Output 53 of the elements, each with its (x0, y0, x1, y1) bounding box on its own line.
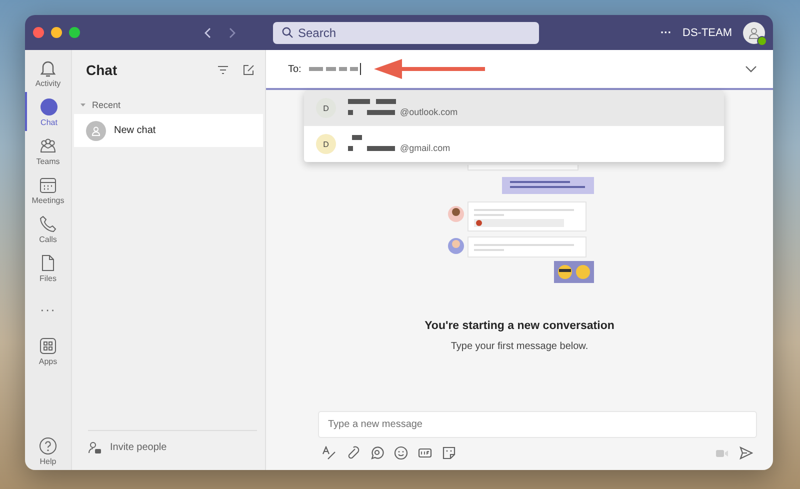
invite-people-button[interactable]: Invite people (88, 430, 257, 464)
format-icon[interactable] (322, 446, 336, 460)
sticker-icon[interactable] (442, 446, 456, 460)
empty-state-title: You're starting a new conversation (424, 320, 614, 332)
redacted-recipient-field[interactable] (309, 63, 362, 75)
phone-icon (38, 214, 58, 234)
rail-tab[interactable]: Files (25, 248, 72, 287)
close-window-button[interactable] (33, 27, 44, 38)
profile-avatar[interactable] (743, 22, 765, 44)
gif-icon[interactable] (418, 446, 432, 460)
search-icon (282, 27, 293, 38)
minimize-window-button[interactable] (51, 27, 62, 38)
filter-icon[interactable] (217, 65, 229, 75)
people-icon (38, 136, 58, 156)
emoji-icon[interactable] (394, 446, 408, 460)
rail-tab[interactable]: Calls (25, 209, 72, 248)
email-domain: @gmail.com (400, 143, 450, 153)
presence-dot (757, 36, 767, 46)
redacted-email-user (348, 110, 395, 114)
search-field[interactable]: Search (273, 22, 539, 44)
forward-icon[interactable] (227, 26, 237, 38)
zoom-window-button[interactable] (69, 27, 80, 38)
suggestion-item[interactable]: D @outlook.com (304, 90, 724, 126)
chat-title: Chat (86, 62, 118, 78)
person-icon (748, 26, 760, 38)
chat-list-item[interactable]: New chat (74, 114, 263, 147)
attach-icon[interactable] (346, 446, 360, 460)
redacted-name (348, 99, 396, 104)
rail-tab[interactable]: Activity (25, 53, 72, 92)
rail-tab[interactable]: Apps (25, 331, 72, 370)
chevron-down-icon[interactable] (745, 65, 757, 73)
more-apps-button[interactable]: ··· (25, 287, 72, 331)
rail-tab[interactable]: Meetings (25, 170, 72, 209)
help-icon (38, 436, 58, 456)
message-input-field[interactable]: Type a new message (318, 411, 757, 438)
email-domain: @outlook.com (400, 107, 458, 117)
organization-name: DS-TEAM (682, 26, 732, 38)
compose-icon[interactable] (243, 64, 255, 76)
suggestion-item[interactable]: D @gmail.com (304, 126, 724, 162)
rail-tab[interactable]: Help (25, 431, 72, 470)
redacted-email-user (348, 146, 395, 150)
loop-icon[interactable] (370, 446, 384, 460)
back-icon[interactable] (203, 26, 213, 38)
apps-icon (38, 336, 58, 356)
rail-tab[interactable]: Teams (25, 131, 72, 170)
send-icon[interactable] (739, 446, 753, 460)
to-label: To: (288, 64, 302, 74)
person-icon (91, 126, 101, 136)
caret-icon (80, 102, 86, 108)
recent-section-header[interactable]: Recent (72, 90, 265, 114)
empty-state-subtitle: Type your first message below. (450, 341, 588, 352)
add-person-icon (88, 440, 102, 454)
more-options-button[interactable]: ··· (660, 26, 672, 38)
